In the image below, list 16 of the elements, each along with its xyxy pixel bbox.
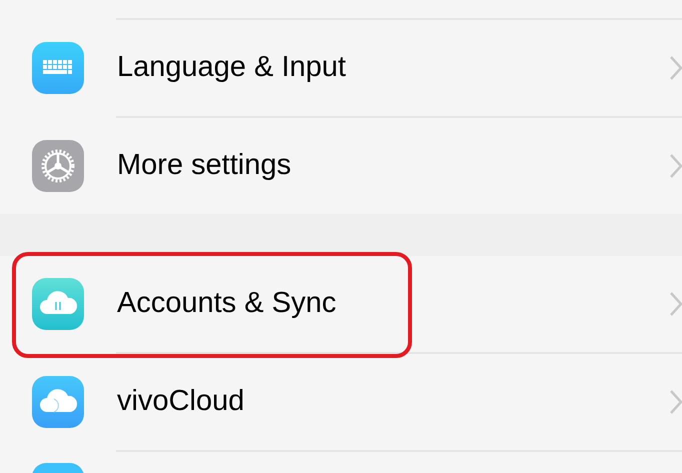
settings-item[interactable]: Accounts & Sync [0, 256, 682, 352]
item-label: Accounts & Sync [117, 286, 338, 322]
settings-item[interactable]: Language & Input [0, 20, 682, 116]
item-label: More settings [117, 148, 292, 184]
gear-icon [32, 140, 84, 192]
settings-item[interactable]: More settings [0, 118, 682, 214]
chevron-right-icon [670, 292, 682, 316]
cloud-sync-icon [32, 278, 84, 330]
item-label: Language & Input [117, 50, 347, 86]
cloud-icon [32, 376, 84, 428]
keyboard-icon [32, 42, 84, 94]
item-label: vivoCloud [117, 384, 246, 420]
settings-item[interactable]: vivoCloud [0, 354, 682, 450]
chevron-right-icon [670, 154, 682, 178]
chevron-right-icon [670, 56, 682, 80]
chevron-right-icon [670, 390, 682, 414]
